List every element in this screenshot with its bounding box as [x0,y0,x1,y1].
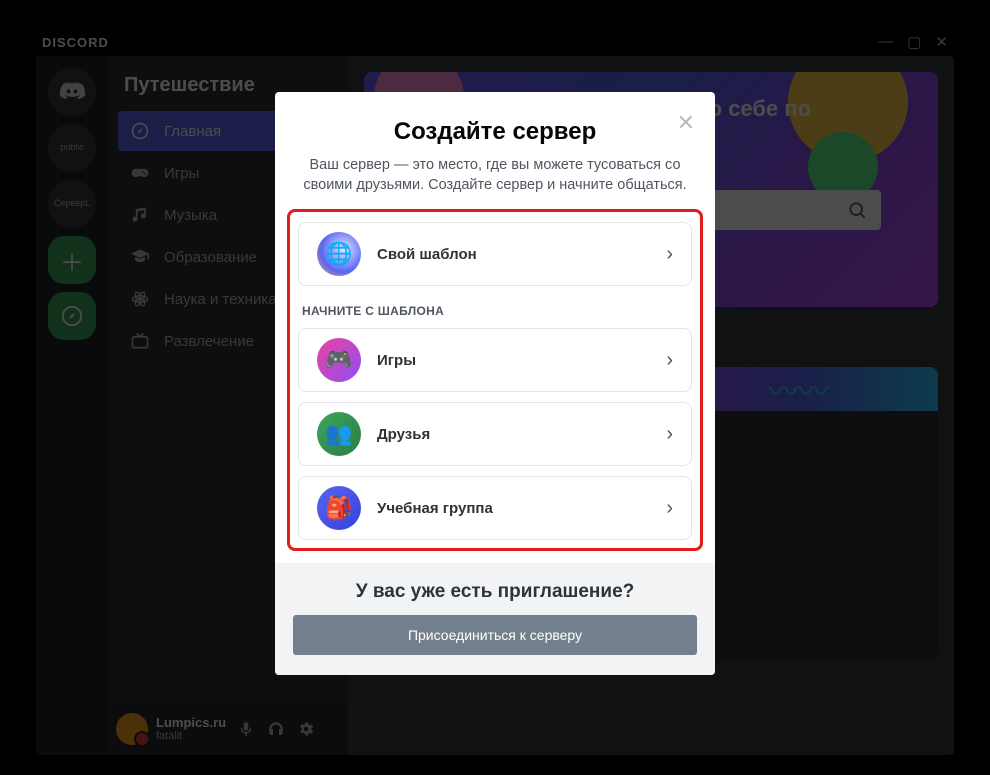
modal-overlay: ✕ Создайте сервер Ваш сервер — это место… [0,0,990,775]
close-icon[interactable]: ✕ [677,110,695,136]
modal-description: Ваш сервер — это место, где вы можете ту… [303,156,687,195]
chevron-right-icon: › [666,349,673,372]
chevron-right-icon: › [666,423,673,446]
template-section-label: НАЧНИТЕ С ШАБЛОНА [302,304,692,318]
create-server-modal: ✕ Создайте сервер Ваш сервер — это место… [275,92,715,675]
join-server-button[interactable]: Присоединиться к серверу [293,615,697,655]
option-template-games[interactable]: 🎮 Игры › [298,328,692,392]
own-template-icon: 🌐 [317,232,361,276]
modal-title: Создайте сервер [303,118,687,146]
highlight-box: 🌐 Свой шаблон › НАЧНИТЕ С ШАБЛОНА 🎮 Игры… [287,209,703,551]
games-icon: 🎮 [317,338,361,382]
option-template-study[interactable]: 🎒 Учебная группа › [298,476,692,540]
option-template-friends[interactable]: 👥 Друзья › [298,402,692,466]
option-label: Друзья [377,426,650,443]
friends-icon: 👥 [317,412,361,456]
option-label: Игры [377,352,650,369]
study-icon: 🎒 [317,486,361,530]
option-own-template[interactable]: 🌐 Свой шаблон › [298,222,692,286]
option-label: Учебная группа [377,500,650,517]
invite-question: У вас уже есть приглашение? [293,581,697,603]
chevron-right-icon: › [666,243,673,266]
option-label: Свой шаблон [377,246,650,263]
chevron-right-icon: › [666,497,673,520]
